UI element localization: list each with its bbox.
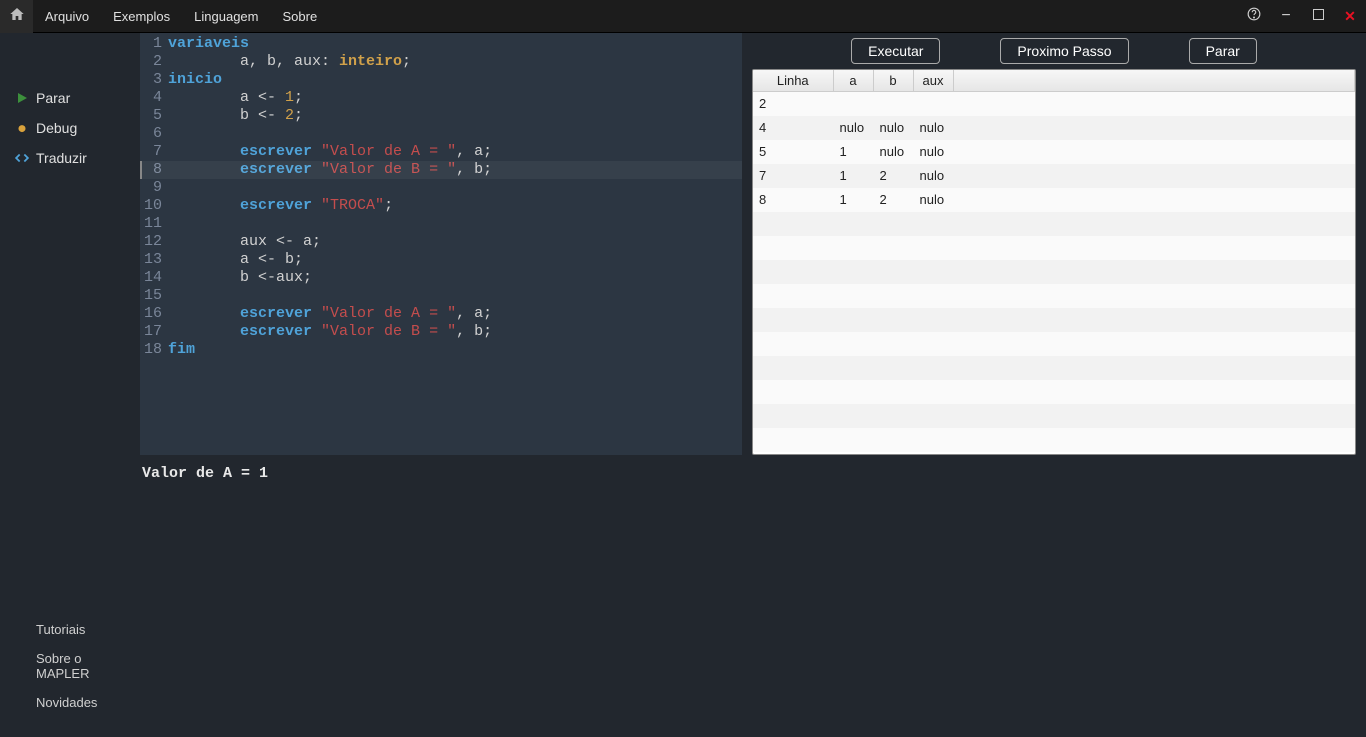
code-line[interactable] xyxy=(168,215,742,233)
sidebar-item-label: Parar xyxy=(36,90,70,106)
code-line[interactable]: b <- 2; xyxy=(168,107,742,125)
table-row xyxy=(753,404,1355,428)
table-row xyxy=(753,308,1355,332)
table-row xyxy=(753,380,1355,404)
sidebar-link-novidades[interactable]: Novidades xyxy=(0,688,140,717)
table-row xyxy=(753,236,1355,260)
table-header[interactable]: a xyxy=(833,70,873,92)
executar-button[interactable]: Executar xyxy=(851,38,940,64)
code-line[interactable]: b <-aux; xyxy=(168,269,742,287)
console-output: Valor de A = 1 xyxy=(140,455,1366,737)
sidebar-link-tutoriais[interactable]: Tutoriais xyxy=(0,615,140,644)
table-header[interactable]: b xyxy=(873,70,913,92)
table-row xyxy=(753,260,1355,284)
table-row xyxy=(753,356,1355,380)
table-header[interactable]: Linha xyxy=(753,70,833,92)
code-line[interactable]: escrever "Valor de B = ", b; xyxy=(168,323,742,341)
code-line[interactable] xyxy=(168,125,742,143)
menu-item-linguagem[interactable]: Linguagem xyxy=(182,1,270,32)
minimize-button[interactable]: − xyxy=(1270,0,1302,33)
code-line[interactable] xyxy=(168,287,742,305)
code-line[interactable]: escrever "Valor de A = ", a; xyxy=(168,305,742,323)
menubar: ArquivoExemplosLinguagemSobre xyxy=(33,1,329,32)
table-row[interactable]: 2 xyxy=(753,92,1355,116)
sidebar: Parar Debug Traduzir TutoriaisSobre o MAPL… xyxy=(0,33,140,737)
sidebar-item-label: Debug xyxy=(36,120,77,136)
code-line[interactable]: a, b, aux: inteiro; xyxy=(168,53,742,71)
table-row[interactable]: 51nulonulo xyxy=(753,140,1355,164)
help-button[interactable] xyxy=(1238,0,1270,33)
table-row xyxy=(753,332,1355,356)
sidebar-link-sobre-o-mapler[interactable]: Sobre o MAPLER xyxy=(0,644,140,688)
sidebar-item-parar[interactable]: Parar xyxy=(0,83,140,113)
table-row xyxy=(753,428,1355,452)
bug-icon xyxy=(14,120,30,136)
maximize-button[interactable] xyxy=(1302,0,1334,33)
code-line[interactable] xyxy=(168,179,742,197)
variable-table[interactable]: Linhaabaux 24nulonulonulo51nulonulo712nu… xyxy=(752,69,1356,455)
help-circle-icon xyxy=(1247,7,1261,26)
code-line[interactable]: escrever "TROCA"; xyxy=(168,197,742,215)
sidebar-item-debug[interactable]: Debug xyxy=(0,113,140,143)
debug-controls: Executar Proximo Passo Parar xyxy=(752,33,1356,69)
code-line[interactable]: escrever "Valor de A = ", a; xyxy=(168,143,742,161)
titlebar: ArquivoExemplosLinguagemSobre − ✕ xyxy=(0,0,1366,33)
table-row[interactable]: 4nulonulonulo xyxy=(753,116,1355,140)
parar-button[interactable]: Parar xyxy=(1189,38,1257,64)
home-icon xyxy=(9,6,25,27)
close-icon: ✕ xyxy=(1344,8,1356,25)
play-icon xyxy=(14,90,30,106)
close-button[interactable]: ✕ xyxy=(1334,0,1366,33)
proximo-passo-button[interactable]: Proximo Passo xyxy=(1000,38,1128,64)
code-icon xyxy=(14,150,30,166)
code-line[interactable]: inicio xyxy=(168,71,742,89)
home-button[interactable] xyxy=(0,0,33,33)
table-row xyxy=(753,212,1355,236)
menu-item-arquivo[interactable]: Arquivo xyxy=(33,1,101,32)
code-line[interactable]: a <- b; xyxy=(168,251,742,269)
table-row xyxy=(753,284,1355,308)
maximize-icon xyxy=(1313,7,1324,25)
code-line[interactable]: fim xyxy=(168,341,742,359)
code-editor[interactable]: 123456789101112131415161718 variaveis a,… xyxy=(140,33,742,455)
menu-item-sobre[interactable]: Sobre xyxy=(270,1,329,32)
table-row[interactable]: 712nulo xyxy=(753,164,1355,188)
code-line[interactable]: variaveis xyxy=(168,35,742,53)
sidebar-item-traduzir[interactable]: Traduzir xyxy=(0,143,140,173)
code-line[interactable]: a <- 1; xyxy=(168,89,742,107)
table-row[interactable]: 812nulo xyxy=(753,188,1355,212)
table-header[interactable]: aux xyxy=(913,70,953,92)
sidebar-item-label: Traduzir xyxy=(36,150,87,166)
menu-item-exemplos[interactable]: Exemplos xyxy=(101,1,182,32)
code-line[interactable]: aux <- a; xyxy=(168,233,742,251)
